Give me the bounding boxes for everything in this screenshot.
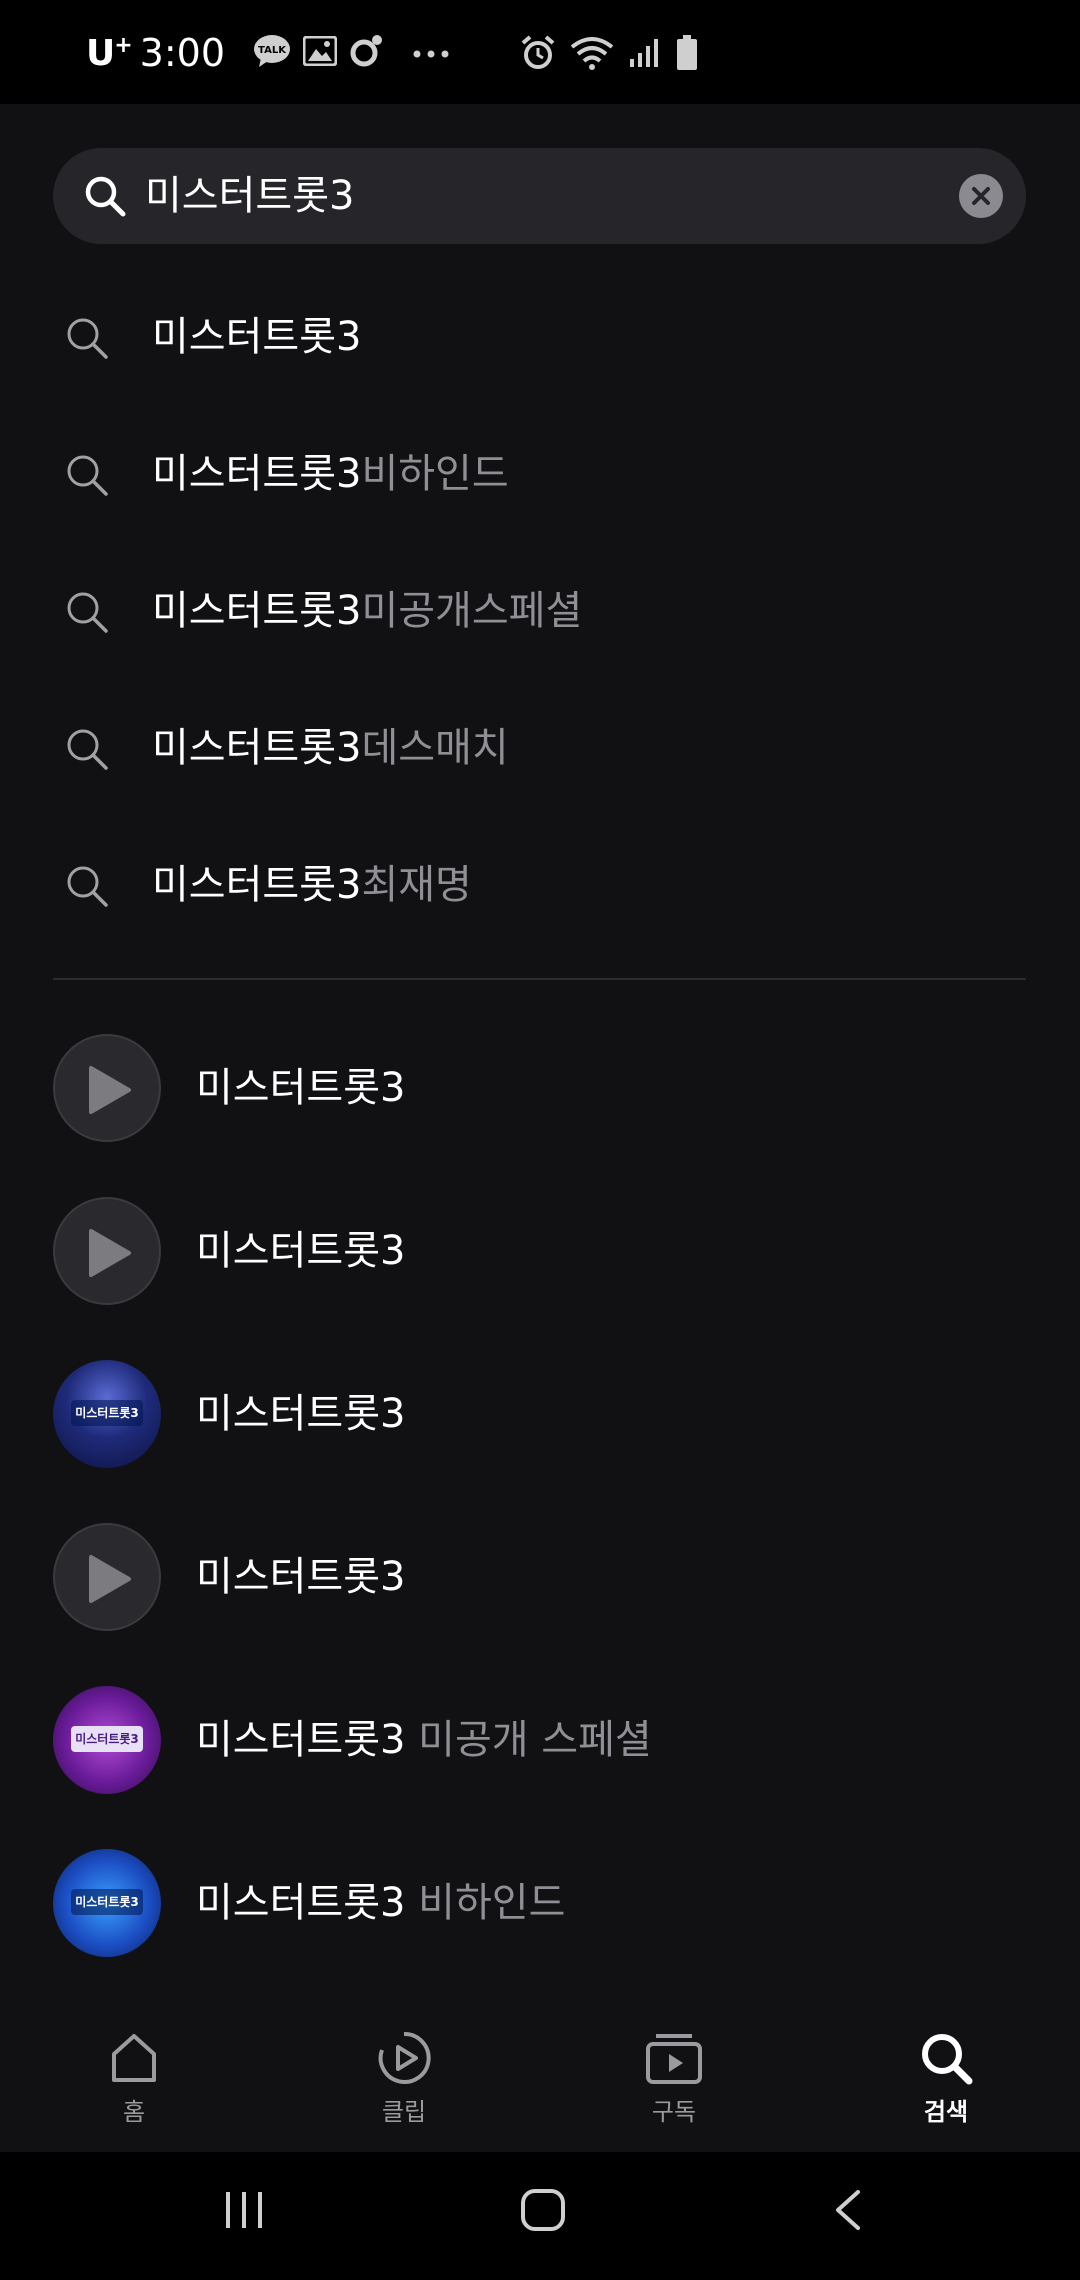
result-text: 미스터트롯3 [196,1360,405,1468]
suggestion-text: 미스터트롯3최재명 [152,825,472,945]
back-button[interactable] [830,2188,866,2236]
result-subtitle: 미공개 스페셜 [405,1717,652,1763]
result-item[interactable]: 미스터트롯3 미스터트롯3 미공개 스페셜 [0,1686,1080,1798]
result-item[interactable]: 미스터트롯3 [0,1523,1080,1635]
suggestion-text: 미스터트롯3 [152,277,361,397]
suggestion-text: 미스터트롯3미공개스페셜 [152,551,582,671]
status-bar: U+ 3:00 TALK [0,0,1080,104]
status-right [520,34,698,76]
nav-home[interactable]: 홈 [64,2030,204,2140]
result-item[interactable]: 미스터트롯3 미스터트롯3 비하인드 [0,1849,1080,1961]
suggestion-match: 미스터트롯3 [152,725,362,771]
result-item[interactable]: 미스터트롯3 [0,1034,1080,1146]
search-input[interactable]: 미스터트롯3 [145,148,985,244]
suggestion-match: 미스터트롯3 [152,588,362,634]
nav-subscribe-label: 구독 [651,2098,697,2126]
nav-subscribe[interactable]: 구독 [604,2030,744,2140]
recent-apps-icon [226,2192,262,2228]
suggestion-item[interactable]: 미스터트롯3 [0,277,1080,397]
nav-clip-label: 클립 [381,2098,427,2126]
play-icon [53,1034,161,1142]
suggestion-match: 미스터트롯3 [152,451,362,497]
result-text: 미스터트롯3 비하인드 [196,1849,565,1957]
program-poster: 미스터트롯3 [53,1360,161,1468]
result-title: 미스터트롯3 [196,1554,406,1600]
suggestion-item[interactable]: 미스터트롯3최재명 [0,825,1080,945]
subscribe-icon [646,2034,702,2084]
result-title: 미스터트롯3 [196,1880,406,1926]
nav-home-label: 홈 [122,2098,146,2126]
home-square-icon [521,2189,565,2231]
alarm-icon [520,35,556,75]
search-icon [64,863,110,913]
signal-icon [628,37,662,73]
suggestion-rest: 미공개스페셜 [361,588,583,634]
result-text: 미스터트롯3 [196,1034,405,1142]
suggestion-rest: 데스매치 [361,725,509,771]
clip-play-icon [378,2031,431,2084]
poster-title: 미스터트롯3 [71,1889,143,1915]
home-icon [112,2034,156,2082]
suggestion-rest: 최재명 [361,862,472,908]
result-subtitle: 비하인드 [405,1880,566,1926]
result-title: 미스터트롯3 [196,1717,406,1763]
search-icon [64,452,110,502]
search-bar[interactable]: 미스터트롯3 [53,148,1026,244]
result-text: 미스터트롯3 [196,1523,405,1631]
search-icon [922,2034,973,2085]
back-chevron-icon [836,2190,860,2230]
clear-button[interactable] [959,174,1003,218]
more-dots-icon [413,44,449,63]
search-icon [64,589,110,639]
result-text: 미스터트롯3 [196,1197,405,1305]
gallery-icon [302,35,338,70]
kakaotalk-icon: TALK [253,34,291,72]
search-icon [83,174,127,222]
suggestion-item[interactable]: 미스터트롯3미공개스페셜 [0,551,1080,671]
suggestion-item[interactable]: 미스터트롯3데스매치 [0,688,1080,808]
suggestion-text: 미스터트롯3비하인드 [152,414,509,534]
nav-search[interactable]: 검색 [876,2030,1016,2140]
program-poster: 미스터트롯3 [53,1686,161,1794]
play-icon [53,1197,161,1305]
bottom-navigation: 홈 클립 구독 검색 [0,2010,1080,2150]
suggestion-match: 미스터트롯3 [152,314,362,360]
camera-dot-icon [349,34,383,72]
result-title: 미스터트롯3 [196,1065,406,1111]
play-icon [53,1523,161,1631]
suggestion-match: 미스터트롯3 [152,862,362,908]
suggestion-item[interactable]: 미스터트롯3비하인드 [0,414,1080,534]
recent-apps-button[interactable] [222,2188,266,2236]
system-navigation-bar [0,2152,1080,2280]
suggestion-text: 미스터트롯3데스매치 [152,688,509,808]
poster-title: 미스터트롯3 [71,1726,143,1752]
search-icon [64,726,110,776]
result-item[interactable]: 미스터트롯3 [0,1197,1080,1309]
poster-title: 미스터트롯3 [71,1400,143,1426]
result-text: 미스터트롯3 미공개 스페셜 [196,1686,652,1794]
result-title: 미스터트롯3 [196,1391,406,1437]
divider [53,978,1026,980]
program-poster: 미스터트롯3 [53,1849,161,1957]
result-title: 미스터트롯3 [196,1228,406,1274]
home-button[interactable] [520,2188,566,2236]
clear-icon [972,187,990,205]
suggestion-rest: 비하인드 [361,451,509,497]
battery-icon [676,35,698,75]
nav-clip[interactable]: 클립 [334,2030,474,2140]
nav-search-label: 검색 [923,2098,969,2126]
carrier-label: U+ [86,32,133,74]
wifi-icon [570,35,614,75]
result-item[interactable]: 미스터트롯3 미스터트롯3 [0,1360,1080,1472]
search-icon [64,315,110,365]
clock: 3:00 [139,31,226,75]
svg-text:TALK: TALK [258,45,287,56]
status-left: U+ 3:00 TALK [86,30,449,76]
